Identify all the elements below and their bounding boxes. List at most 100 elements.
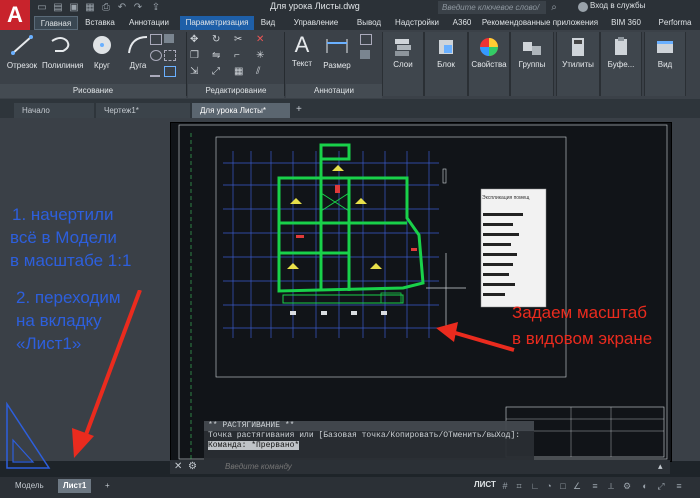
- spline-icon[interactable]: [150, 66, 160, 77]
- scale-icon[interactable]: ⤢: [212, 66, 222, 77]
- offset-icon[interactable]: ⫽: [256, 66, 266, 77]
- save-icon[interactable]: ▣: [68, 2, 80, 13]
- close-icon[interactable]: ✕: [174, 461, 182, 472]
- ucs-icon: [6, 401, 51, 469]
- snap-icon[interactable]: ⌗: [514, 481, 524, 491]
- dimension-tool[interactable]: Размер: [319, 33, 355, 70]
- layout-tab-model[interactable]: Модель: [10, 479, 49, 493]
- circle-tool-label: Круг: [94, 61, 110, 70]
- tab-annotate[interactable]: Аннотации: [122, 16, 176, 30]
- hatch-icon[interactable]: [164, 34, 174, 43]
- view-button[interactable]: Вид: [644, 32, 686, 96]
- rectangle-icon[interactable]: [150, 34, 162, 45]
- user-icon: [578, 2, 588, 12]
- undo-icon[interactable]: ↶: [116, 2, 128, 13]
- otrack-icon[interactable]: ∠: [572, 481, 582, 491]
- fillet-icon[interactable]: ⌐: [234, 50, 244, 61]
- polyline-tool[interactable]: Полилиния: [42, 33, 84, 70]
- doc-tab-lesson[interactable]: Для урока Листы*: [192, 103, 290, 118]
- layout-tab-sheet1[interactable]: Лист1: [58, 479, 92, 493]
- boundary-icon[interactable]: [164, 66, 176, 77]
- tab-manage[interactable]: Управление: [282, 16, 350, 30]
- copy-icon[interactable]: ❐: [190, 50, 200, 61]
- ortho-icon[interactable]: ∟: [530, 481, 540, 491]
- isolate-icon[interactable]: ◐: [640, 481, 650, 491]
- explode-icon[interactable]: ✳: [256, 50, 266, 61]
- groups-button[interactable]: Группы: [510, 32, 554, 96]
- line-tool[interactable]: Отрезок: [2, 33, 42, 70]
- fullscreen-icon[interactable]: ⤢: [656, 481, 666, 491]
- ellipse-icon[interactable]: [150, 50, 162, 61]
- annotation-line-5: на вкладку: [16, 311, 102, 330]
- draw-mini-tools: [150, 34, 180, 82]
- table-icon[interactable]: [360, 50, 370, 59]
- tab-bim360[interactable]: BIM 360: [604, 16, 648, 30]
- utilities-button[interactable]: Утилиты: [556, 32, 600, 96]
- layers-button[interactable]: Слои: [382, 32, 424, 96]
- doc-tab-start[interactable]: Начало: [14, 103, 94, 118]
- workspace-icon[interactable]: ⚙: [622, 481, 632, 491]
- osnap-icon[interactable]: □: [558, 481, 568, 491]
- layout-sheet[interactable]: [170, 122, 672, 462]
- save-as-icon[interactable]: ▦: [84, 2, 96, 13]
- tab-addins[interactable]: Надстройки: [388, 16, 446, 30]
- circle-tool[interactable]: Круг: [82, 33, 122, 70]
- command-input[interactable]: [205, 460, 455, 474]
- autocad-logo-icon[interactable]: A: [0, 0, 30, 32]
- tab-view[interactable]: Вид: [256, 16, 280, 30]
- annotation-scale-icon[interactable]: ⟂: [606, 481, 616, 491]
- doc-tab-drawing1[interactable]: Чертеж1*: [96, 103, 190, 118]
- modify-panel-title[interactable]: Редактирование: [188, 84, 284, 98]
- space-indicator[interactable]: ЛИСТ: [474, 480, 496, 489]
- share-icon[interactable]: ⇪: [150, 2, 162, 13]
- new-file-icon[interactable]: ▭: [36, 2, 48, 13]
- separator: [186, 32, 187, 96]
- region-icon[interactable]: [164, 50, 176, 61]
- rotate-icon[interactable]: ↻: [212, 34, 222, 45]
- move-icon[interactable]: ✥: [190, 34, 200, 45]
- polar-icon[interactable]: ◔: [544, 481, 554, 491]
- command-menu-icon[interactable]: ▴: [658, 461, 663, 472]
- polyline-tool-label: Полилиния: [42, 61, 84, 70]
- trim-icon[interactable]: ✂: [234, 34, 244, 45]
- layers-label: Слои: [393, 60, 413, 69]
- mirror-icon[interactable]: ⇋: [212, 50, 222, 61]
- tab-parametric[interactable]: Параметризация: [180, 16, 254, 30]
- tab-insert[interactable]: Вставка: [80, 16, 120, 30]
- clipboard-label: Буфе...: [607, 60, 635, 69]
- annotation-panel-title[interactable]: Аннотации: [286, 84, 382, 98]
- new-tab-icon[interactable]: +: [296, 104, 302, 115]
- search-input[interactable]: Введите ключевое слово/фразу: [438, 1, 546, 25]
- leader-icon[interactable]: [360, 34, 372, 45]
- lineweight-icon[interactable]: ≡: [590, 481, 600, 491]
- array-icon[interactable]: ▦: [234, 66, 244, 77]
- search-icon[interactable]: ⌕: [548, 2, 560, 13]
- tab-a360[interactable]: A360: [448, 16, 476, 30]
- annotation-line-2: всё в Модели: [10, 228, 117, 247]
- properties-button[interactable]: Свойства: [468, 32, 510, 96]
- block-button[interactable]: Блок: [424, 32, 468, 96]
- draw-panel-title[interactable]: Рисование: [0, 84, 186, 98]
- document-title: Для урока Листы.dwg: [270, 1, 360, 11]
- wrench-icon[interactable]: ⚙: [188, 461, 197, 472]
- polyline-icon: [51, 37, 70, 52]
- signin-button[interactable]: Вход в службы: [590, 1, 645, 10]
- view-icon: [657, 41, 673, 53]
- clipboard-button[interactable]: Буфе...: [600, 32, 642, 96]
- tab-output[interactable]: Вывод: [352, 16, 386, 30]
- layout-tab-add[interactable]: +: [100, 479, 115, 493]
- customize-icon[interactable]: ≡: [674, 481, 684, 491]
- grid-icon[interactable]: #: [500, 481, 510, 491]
- right-red-arrow: [436, 322, 515, 352]
- tab-featured-apps[interactable]: Рекомендованные приложения: [478, 16, 602, 30]
- view-label: Вид: [657, 60, 673, 69]
- annotation-line-4: 2. переходим: [16, 288, 121, 307]
- tab-home[interactable]: Главная: [34, 16, 78, 30]
- open-file-icon[interactable]: ▤: [52, 2, 64, 13]
- redo-icon[interactable]: ↷: [132, 2, 144, 13]
- erase-icon[interactable]: ✕: [256, 34, 266, 45]
- text-tool[interactable]: A Текст: [285, 33, 319, 69]
- print-icon[interactable]: ⎙: [100, 2, 112, 13]
- stretch-icon[interactable]: ⇲: [190, 66, 200, 77]
- tab-performa[interactable]: Performa: [650, 16, 700, 30]
